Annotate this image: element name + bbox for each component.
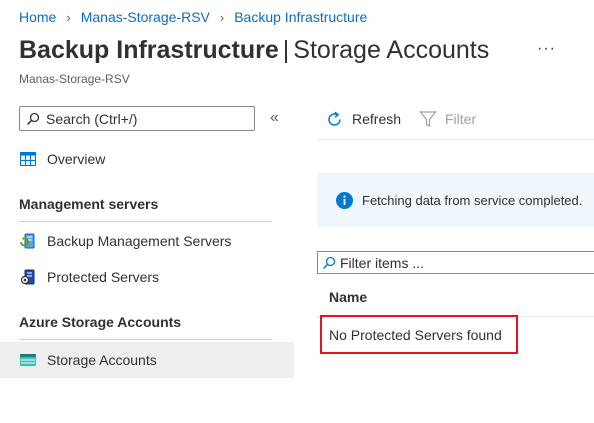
filter-button[interactable]: Filter	[419, 108, 476, 130]
title-separator: |	[282, 36, 290, 64]
refresh-button[interactable]: Refresh	[325, 108, 401, 130]
filter-items-placeholder: Filter items ...	[340, 254, 425, 271]
sidebar-item-label: Storage Accounts	[47, 352, 157, 368]
sidebar-item-label: Backup Management Servers	[47, 233, 232, 249]
sidebar-group-management-servers: Management servers	[19, 196, 159, 212]
search-icon	[26, 112, 40, 125]
page-title: Backup Infrastructure | Storage Accounts	[19, 36, 489, 65]
info-message: Fetching data from service completed.	[362, 192, 583, 208]
sidebar-item-protected-servers[interactable]: Protected Servers	[0, 259, 294, 295]
breadcrumb-backup-infrastructure[interactable]: Backup Infrastructure	[234, 9, 367, 25]
page-title-main: Backup Infrastructure	[19, 36, 279, 64]
chevron-right-icon: ›	[219, 9, 225, 25]
protected-server-icon	[19, 268, 37, 286]
empty-state-message: No Protected Servers found	[320, 315, 518, 354]
breadcrumb-vault[interactable]: Manas-Storage-RSV	[81, 9, 210, 25]
sidebar-item-label: Protected Servers	[47, 269, 160, 285]
sidebar-item-overview[interactable]: Overview	[0, 141, 294, 177]
breadcrumb-home[interactable]: Home	[19, 9, 56, 25]
info-banner: Fetching data from service completed.	[317, 173, 594, 227]
toolbar-divider	[317, 139, 594, 140]
filter-label: Filter	[445, 111, 477, 127]
sidebar-item-storage-accounts[interactable]: Storage Accounts	[0, 342, 294, 378]
search-icon	[322, 256, 336, 269]
more-options-button[interactable]: ···	[537, 40, 556, 58]
breadcrumb: Home › Manas-Storage-RSV › Backup Infras…	[19, 7, 367, 27]
divider	[19, 221, 272, 222]
sidebar-item-backup-management-servers[interactable]: Backup Management Servers	[0, 223, 294, 259]
filter-items-input[interactable]: Filter items ...	[317, 251, 594, 274]
overview-icon	[19, 150, 37, 168]
collapse-sidebar-button[interactable]: «	[270, 109, 279, 127]
search-placeholder: Search (Ctrl+/)	[46, 110, 138, 127]
funnel-icon	[419, 111, 437, 127]
refresh-label: Refresh	[352, 111, 402, 127]
empty-state-text: No Protected Servers found	[329, 326, 502, 343]
chevron-right-icon: ›	[66, 9, 71, 25]
storage-account-icon	[19, 351, 37, 369]
sidebar-item-label: Overview	[47, 151, 106, 167]
page-subtitle: Manas-Storage-RSV	[19, 72, 130, 86]
refresh-icon	[328, 111, 341, 126]
column-header-name[interactable]: Name	[329, 289, 367, 305]
divider	[19, 339, 272, 340]
info-icon	[336, 191, 353, 209]
search-input[interactable]: Search (Ctrl+/)	[19, 106, 255, 131]
backup-server-icon	[19, 232, 37, 250]
page-title-section: Storage Accounts	[293, 36, 490, 64]
sidebar-group-azure-storage-accounts: Azure Storage Accounts	[19, 314, 182, 330]
